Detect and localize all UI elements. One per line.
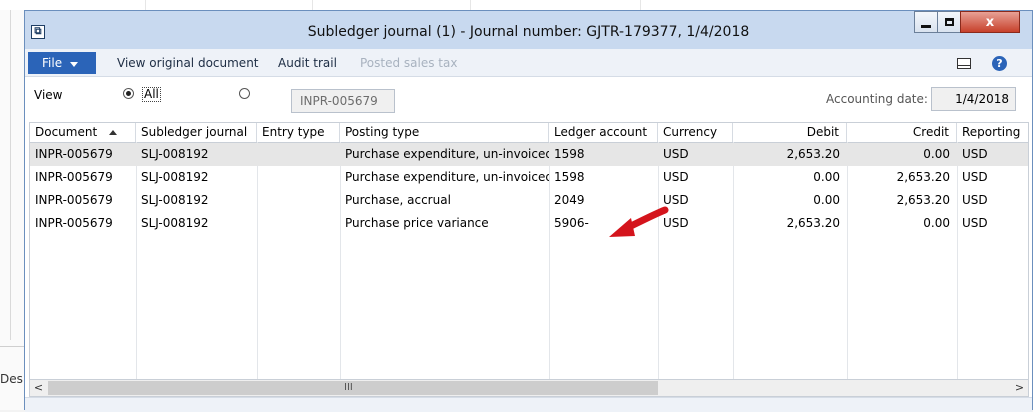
table-row[interactable]: INPR-005679 SLJ-008192 Purchase expendit… bbox=[30, 166, 1028, 189]
window-title: Subledger journal (1) - Journal number: … bbox=[307, 24, 750, 40]
background-partial-label: Des bbox=[0, 372, 23, 386]
cell-credit: 0.00 bbox=[923, 216, 950, 230]
cell-document: INPR-005679 bbox=[35, 147, 113, 161]
file-menu-button[interactable]: File bbox=[28, 52, 96, 74]
cell-subledger-journal: SLJ-008192 bbox=[141, 147, 209, 161]
view-filter-row: View All INPR-005679 Accounting date: 1/… bbox=[25, 77, 1032, 121]
column-header-document[interactable]: Document bbox=[30, 123, 136, 142]
scroll-left-icon[interactable]: < bbox=[30, 380, 47, 396]
view-all-radio[interactable] bbox=[123, 88, 134, 99]
help-icon[interactable]: ? bbox=[992, 56, 1007, 71]
column-header-reporting[interactable]: Reporting bbox=[957, 123, 1028, 142]
scrollbar-thumb[interactable]: III bbox=[48, 381, 658, 395]
cell-credit: 2,653.20 bbox=[896, 193, 950, 207]
background-grid-line bbox=[145, 0, 146, 10]
cell-reporting: USD bbox=[962, 216, 988, 230]
cell-posting-type: Purchase expenditure, un-invoiced bbox=[345, 170, 549, 184]
cell-reporting: USD bbox=[962, 193, 988, 207]
table-row[interactable]: INPR-005679 SLJ-008192 Purchase price va… bbox=[30, 212, 1028, 235]
view-all-label[interactable]: All bbox=[142, 87, 161, 102]
view-label: View bbox=[34, 88, 63, 102]
cell-document: INPR-005679 bbox=[35, 170, 113, 184]
minimize-icon bbox=[921, 24, 931, 28]
background-divider bbox=[0, 346, 24, 347]
view-document-radio[interactable] bbox=[239, 88, 250, 99]
cell-entry-type bbox=[257, 143, 340, 166]
cell-credit: 0.00 bbox=[923, 147, 950, 161]
column-header-label: Document bbox=[35, 125, 98, 139]
cell-debit: 0.00 bbox=[813, 170, 840, 184]
background-grid-line bbox=[312, 0, 313, 10]
close-icon: x bbox=[985, 14, 995, 30]
title-bar[interactable]: ⧉ Subledger journal (1) - Journal number… bbox=[25, 11, 1032, 49]
grid-header: Document Subledger journal Entry type Po… bbox=[30, 123, 1028, 143]
scroll-right-icon[interactable]: > bbox=[1011, 380, 1028, 396]
file-menu-label: File bbox=[42, 56, 63, 70]
maximize-icon bbox=[944, 18, 954, 26]
red-arrow-annotation-icon bbox=[609, 206, 669, 237]
subledger-journal-window: ⧉ Subledger journal (1) - Journal number… bbox=[24, 10, 1033, 412]
cell-entry-type bbox=[257, 166, 340, 189]
cell-entry-type bbox=[257, 212, 340, 235]
cell-posting-type: Purchase expenditure, un-invoiced bbox=[345, 147, 549, 161]
view-original-document-button[interactable]: View original document bbox=[117, 56, 259, 70]
grip-icon: III bbox=[344, 382, 353, 393]
column-header-entry-type[interactable]: Entry type bbox=[257, 123, 340, 142]
audit-trail-button[interactable]: Audit trail bbox=[278, 56, 337, 70]
column-header-subledger-journal[interactable]: Subledger journal bbox=[136, 123, 257, 142]
cell-entry-type bbox=[257, 189, 340, 212]
table-row[interactable]: INPR-005679 SLJ-008192 Purchase expendit… bbox=[30, 143, 1028, 166]
accounting-date-field: 1/4/2018 bbox=[931, 87, 1016, 111]
background-app-sidebar bbox=[0, 10, 25, 410]
horizontal-scrollbar[interactable]: < III > bbox=[29, 379, 1029, 397]
cell-reporting: USD bbox=[962, 147, 988, 161]
cell-subledger-journal: SLJ-008192 bbox=[141, 216, 209, 230]
cell-subledger-journal: SLJ-008192 bbox=[141, 193, 209, 207]
column-header-credit[interactable]: Credit bbox=[847, 123, 957, 142]
cell-document: INPR-005679 bbox=[35, 216, 113, 230]
table-row[interactable]: INPR-005679 SLJ-008192 Purchase, accrual… bbox=[30, 189, 1028, 212]
book-icon[interactable] bbox=[957, 58, 971, 69]
background-grid-line bbox=[470, 0, 471, 10]
document-field: INPR-005679 bbox=[291, 89, 395, 113]
journal-lines-grid: Document Subledger journal Entry type Po… bbox=[29, 122, 1029, 381]
maximize-button[interactable] bbox=[937, 11, 961, 33]
action-pane: File View original document Audit trail … bbox=[25, 49, 1032, 77]
cell-posting-type: Purchase price variance bbox=[345, 216, 489, 230]
posted-sales-tax-button: Posted sales tax bbox=[360, 56, 458, 70]
cell-reporting: USD bbox=[962, 170, 988, 184]
cell-credit: 2,653.20 bbox=[896, 170, 950, 184]
column-header-ledger-account[interactable]: Ledger account bbox=[549, 123, 658, 142]
cell-currency: USD bbox=[663, 170, 689, 184]
background-grid-line bbox=[640, 0, 641, 10]
cell-currency: USD bbox=[663, 147, 689, 161]
cell-document: INPR-005679 bbox=[35, 193, 113, 207]
column-header-posting-type[interactable]: Posting type bbox=[340, 123, 549, 142]
cell-posting-type: Purchase, accrual bbox=[345, 193, 451, 207]
cell-ledger-account: 1598 bbox=[554, 147, 585, 161]
background-divider bbox=[10, 10, 11, 340]
chevron-down-icon bbox=[70, 61, 79, 67]
column-header-debit[interactable]: Debit bbox=[733, 123, 847, 142]
cell-debit: 2,653.20 bbox=[786, 147, 840, 161]
sort-ascending-icon bbox=[109, 130, 118, 135]
close-button[interactable]: x bbox=[960, 11, 1020, 33]
cell-debit: 2,653.20 bbox=[786, 216, 840, 230]
column-header-currency[interactable]: Currency bbox=[658, 123, 733, 142]
cell-ledger-account: 1598 bbox=[554, 170, 585, 184]
cell-debit: 0.00 bbox=[813, 193, 840, 207]
minimize-button[interactable] bbox=[914, 11, 938, 33]
accounting-date-label: Accounting date: bbox=[826, 92, 928, 106]
cell-subledger-journal: SLJ-008192 bbox=[141, 170, 209, 184]
